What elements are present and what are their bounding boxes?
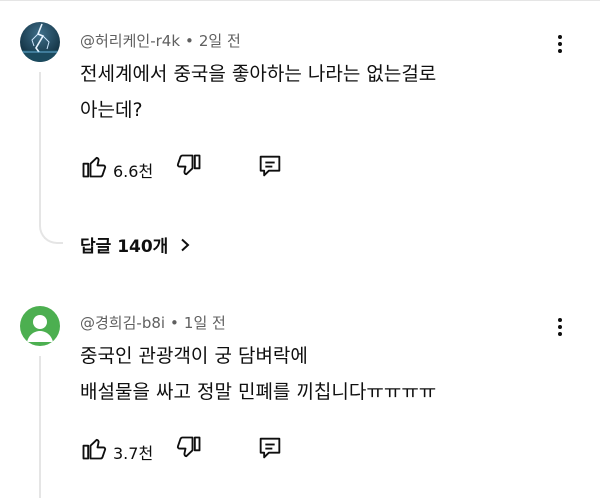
reply-icon[interactable]: [256, 152, 284, 180]
avatar[interactable]: [20, 306, 60, 346]
comment-text-line: 아는데?: [80, 99, 143, 121]
reply-thread-line: [39, 72, 63, 244]
reply-icon[interactable]: [256, 434, 284, 462]
thumb-up-icon[interactable]: [80, 434, 108, 462]
comment-text-line: 배설물을 싸고 정말 민폐를 끼칩니다ㅠㅠㅠㅠ: [80, 381, 437, 403]
thumb-up-icon[interactable]: [80, 152, 108, 180]
meta-separator: •: [185, 32, 194, 50]
thumb-down-icon[interactable]: [175, 152, 203, 180]
thumb-down-icon[interactable]: [175, 434, 203, 462]
more-vert-icon[interactable]: [552, 33, 568, 57]
comment-author[interactable]: @경희김-b8i: [80, 314, 165, 332]
comment-meta: @허리케인-r4k • 2일 전: [80, 30, 241, 51]
comment-text-line: 중국인 관광객이 궁 담벼락에: [80, 345, 308, 367]
top-divider: [0, 0, 600, 1]
view-replies-button[interactable]: 답글 140개: [80, 232, 192, 257]
comment-text: 중국인 관광객이 궁 담벼락에 배설물을 싸고 정말 민폐를 끼칩니다ㅠㅠㅠㅠ: [80, 338, 436, 410]
replies-label: 답글 140개: [80, 237, 169, 257]
default-avatar-icon: [20, 306, 60, 346]
comment-meta: @경희김-b8i • 1일 전: [80, 312, 226, 333]
like-count: 3.7천: [113, 444, 154, 463]
meta-separator: •: [170, 314, 179, 332]
lightning-avatar-icon: [20, 22, 60, 62]
like-count: 6.6천: [113, 162, 154, 181]
comment-author[interactable]: @허리케인-r4k: [80, 32, 180, 50]
reply-thread-line: [39, 356, 41, 498]
more-vert-icon[interactable]: [552, 316, 568, 340]
avatar[interactable]: [20, 22, 60, 62]
chevron-right-icon: [181, 238, 190, 251]
comment-text: 전세계에서 중국을 좋아하는 나라는 없는걸로 아는데?: [80, 56, 436, 128]
comment-time[interactable]: 2일 전: [199, 32, 241, 50]
comment-time[interactable]: 1일 전: [184, 314, 226, 332]
comment-text-line: 전세계에서 중국을 좋아하는 나라는 없는걸로: [80, 63, 437, 85]
